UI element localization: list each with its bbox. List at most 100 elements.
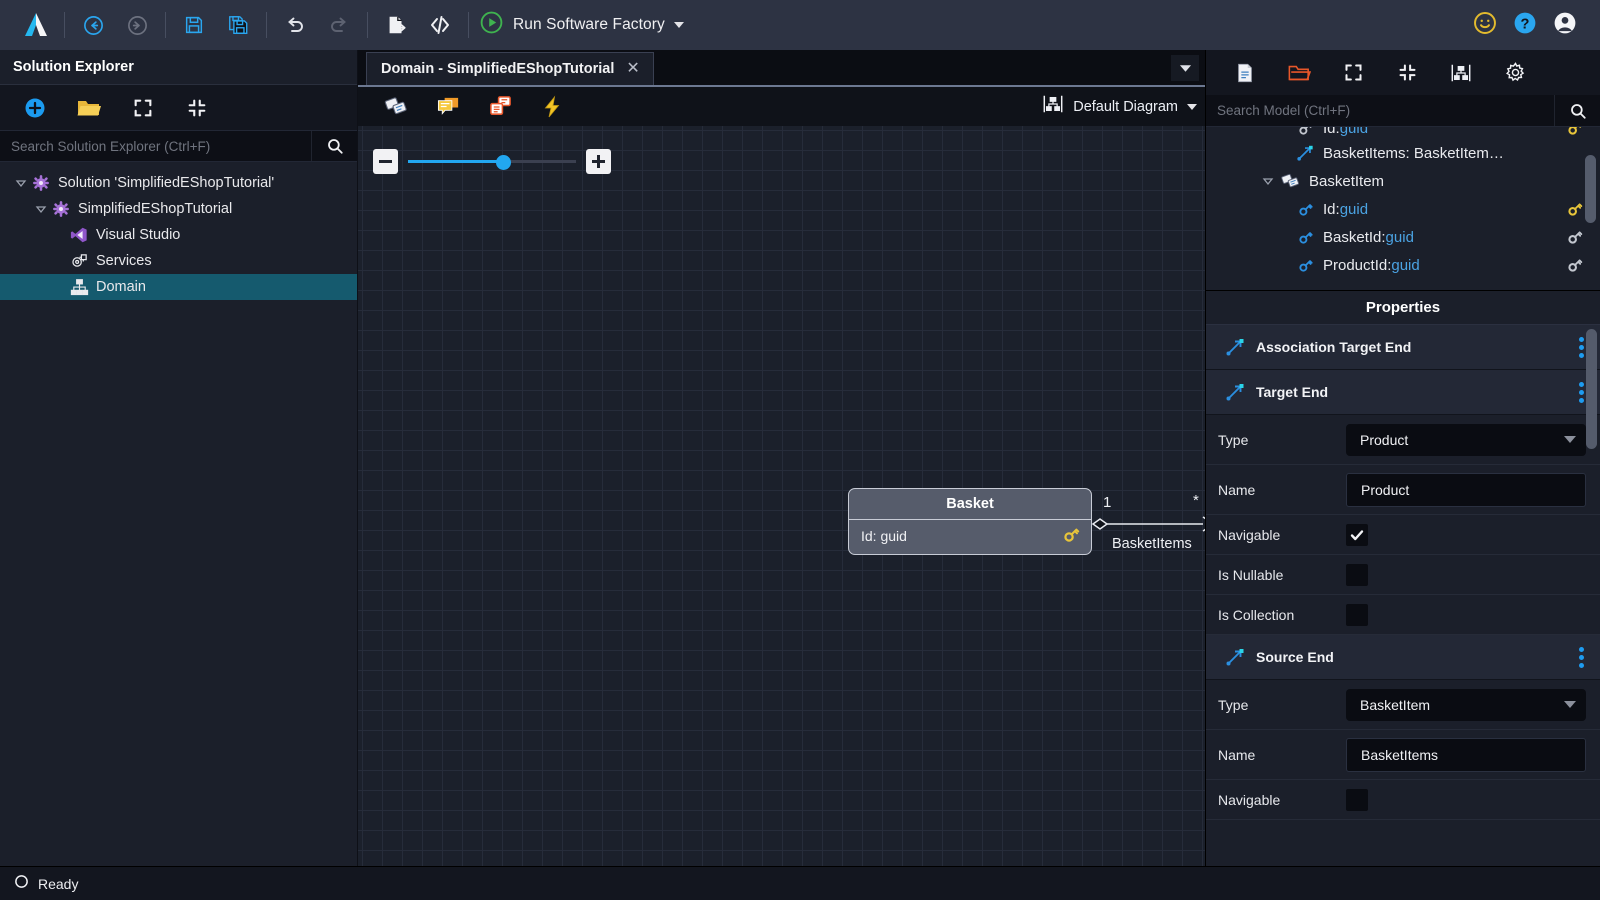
model-search-input[interactable] <box>1206 95 1554 126</box>
chevron-down-icon <box>1564 436 1576 443</box>
tree-item-label: Visual Studio <box>96 227 181 243</box>
play-circle-icon <box>479 10 504 40</box>
property-row-target-type: Type Product <box>1206 415 1600 465</box>
is-collection-checkbox[interactable] <box>1346 603 1368 626</box>
model-tree-item[interactable]: Id: guid <box>1206 127 1600 139</box>
property-label: Type <box>1218 431 1249 448</box>
search-icon[interactable] <box>311 131 357 161</box>
diagram-selector-label: Default Diagram <box>1073 98 1178 115</box>
generate-button[interactable] <box>526 87 578 126</box>
source-name-input[interactable] <box>1346 737 1586 772</box>
open-folder-button[interactable] <box>62 85 116 130</box>
tab-overflow-button[interactable] <box>1171 55 1199 81</box>
editor-tab-domain[interactable]: Domain - SimplifiedEShopTutorial ✕ <box>366 52 654 85</box>
diagram-button[interactable] <box>1434 50 1488 95</box>
model-item-type: guid <box>1339 127 1369 137</box>
property-row-source-type: Type BasketItem <box>1206 680 1600 730</box>
solution-tree: Solution 'SimplifiedEShopTutorial' Simpl… <box>0 162 357 866</box>
zoom-slider[interactable] <box>408 149 576 174</box>
model-item-label: ProductId: <box>1323 256 1392 274</box>
expand-all-button[interactable] <box>116 85 170 130</box>
source-navigable-checkbox[interactable] <box>1346 788 1368 811</box>
tree-item-label: Solution 'SimplifiedEShopTutorial' <box>58 175 275 191</box>
collapse-all-button[interactable] <box>170 85 224 130</box>
new-item-button[interactable] <box>8 85 62 130</box>
close-icon[interactable]: ✕ <box>624 61 641 77</box>
forward-button[interactable] <box>115 5 159 45</box>
model-tree-scrollbar[interactable] <box>1585 155 1596 223</box>
multiplicity-basket-source: 1 <box>1103 494 1112 511</box>
collapse-all-button[interactable] <box>1380 50 1434 95</box>
tree-item-domain[interactable]: Domain <box>0 274 357 300</box>
slider-thumb[interactable] <box>496 155 512 170</box>
chevron-down-icon[interactable] <box>1258 175 1278 187</box>
chevron-down-icon[interactable] <box>1187 103 1197 110</box>
property-group-source-end[interactable]: Source End <box>1206 635 1600 680</box>
status-text: Ready <box>38 875 79 892</box>
more-dots-icon[interactable] <box>1579 646 1600 668</box>
model-tree-item[interactable]: BasketItem <box>1206 167 1600 195</box>
target-navigable-checkbox[interactable] <box>1346 523 1368 546</box>
model-item-label: BasketItems: BasketItem… <box>1323 144 1504 162</box>
model-tree-item[interactable]: BasketId: guid <box>1206 223 1600 251</box>
search-icon[interactable] <box>1554 95 1600 126</box>
back-button[interactable] <box>71 5 115 45</box>
settings-button[interactable] <box>1488 50 1542 95</box>
chevron-down-icon[interactable] <box>32 203 50 215</box>
model-tree-item[interactable]: ProductId: guid <box>1206 251 1600 279</box>
editor-area: Domain - SimplifiedEShopTutorial ✕ Defau… <box>358 50 1205 866</box>
open-model-button[interactable] <box>1272 50 1326 95</box>
solution-search-input[interactable] <box>0 131 311 161</box>
source-type-select[interactable]: BasketItem <box>1346 688 1586 721</box>
diagram-selector[interactable]: Default Diagram <box>1042 93 1197 120</box>
undo-button[interactable] <box>273 5 317 45</box>
property-label: Is Collection <box>1218 606 1295 623</box>
model-tree-item[interactable]: BasketItems: BasketItem… <box>1206 139 1600 167</box>
properties-scrollbar[interactable] <box>1586 329 1597 449</box>
property-row-target-navigable: Navigable <box>1206 515 1600 555</box>
model-item-label: Id: <box>1323 127 1340 137</box>
association-icon <box>1220 337 1250 357</box>
feedback-button[interactable] <box>1472 10 1498 41</box>
save-button[interactable] <box>172 5 216 45</box>
is-nullable-checkbox[interactable] <box>1346 563 1368 586</box>
property-row-is-nullable: Is Nullable <box>1206 555 1600 595</box>
property-group-label: Association Target End <box>1256 339 1412 355</box>
target-type-select[interactable]: Product <box>1346 423 1586 456</box>
run-software-factory-button[interactable]: Run Software Factory <box>479 10 684 40</box>
top-toolbar: Run Software Factory ? <box>0 0 1600 50</box>
tree-item-visual-studio[interactable]: Visual Studio <box>0 222 357 248</box>
redo-button[interactable] <box>317 5 361 45</box>
diagram-canvas[interactable]: 1 * BasketItems * 1 Product Basket Id: g… <box>358 126 1205 866</box>
entity-attribute-row[interactable]: Id: guid <box>849 525 1091 548</box>
add-entity-button[interactable] <box>370 87 422 126</box>
new-model-button[interactable] <box>1218 50 1272 95</box>
target-name-input[interactable] <box>1346 472 1586 507</box>
zoom-out-button[interactable] <box>373 149 398 174</box>
property-label: Name <box>1218 746 1256 763</box>
entity-basket[interactable]: Basket Id: guid <box>848 488 1092 555</box>
divider <box>266 12 267 38</box>
add-note-button[interactable] <box>474 87 526 126</box>
solution-explorer-toolbar <box>0 85 357 130</box>
tree-item-solution[interactable]: Solution 'SimplifiedEShopTutorial' <box>0 170 357 196</box>
model-tree[interactable]: Id: guid BasketItems: BasketItem… Basket… <box>1206 127 1600 290</box>
solution-icon <box>30 174 52 192</box>
expand-all-button[interactable] <box>1326 50 1380 95</box>
account-button[interactable] <box>1552 10 1578 41</box>
zoom-in-button[interactable] <box>586 149 611 174</box>
model-tree-item[interactable]: Id: guid <box>1206 195 1600 223</box>
tree-item-services[interactable]: Services <box>0 248 357 274</box>
code-button[interactable] <box>418 5 462 45</box>
tree-item-project[interactable]: SimplifiedEShopTutorial <box>0 196 357 222</box>
add-comment-button[interactable] <box>422 87 474 126</box>
save-all-button[interactable] <box>216 5 260 45</box>
export-button[interactable] <box>374 5 418 45</box>
editor-tabbar: Domain - SimplifiedEShopTutorial ✕ <box>358 50 1205 87</box>
property-label: Is Nullable <box>1218 566 1284 583</box>
chevron-down-icon[interactable] <box>12 177 30 189</box>
help-button[interactable]: ? <box>1512 10 1538 41</box>
property-group-label: Source End <box>1256 649 1334 665</box>
property-group-target-end[interactable]: Target End <box>1206 370 1600 415</box>
property-group-association-target-end[interactable]: Association Target End <box>1206 325 1600 370</box>
